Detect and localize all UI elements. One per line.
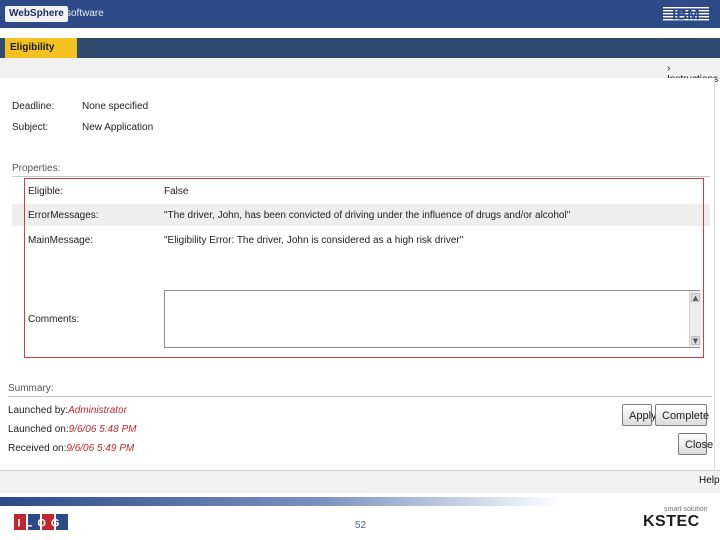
launched-on-label: Launched on: <box>8 424 69 435</box>
properties-heading: Properties: <box>12 163 61 174</box>
kstec-logo: KSTEC <box>643 513 700 530</box>
help-link[interactable]: Help <box>699 475 720 486</box>
launched-by-value: Administrator <box>68 405 127 416</box>
subject-value: New Application <box>82 122 154 133</box>
close-button[interactable]: Close <box>678 433 713 455</box>
launched-by-row: Launched by:Administrator <box>8 405 127 416</box>
launched-by-label: Launched by: <box>8 405 69 416</box>
apply-button[interactable]: Apply <box>622 404 657 426</box>
task-toolbar <box>0 58 720 79</box>
received-on-label: Received on: <box>8 443 67 454</box>
kstec-tagline: smart solution <box>664 506 708 513</box>
received-on-value: 9/6/06 5:49 PM <box>66 443 135 454</box>
properties-highlight-box <box>24 178 704 358</box>
received-on-row: Received on:9/6/06 5:49 PM <box>8 443 134 454</box>
chevron-right-icon: › <box>667 63 671 74</box>
task-header-band <box>0 38 720 58</box>
ilog-logo: ILOG <box>14 514 68 530</box>
software-label: software <box>66 8 104 19</box>
summary-heading: Summary: <box>8 383 54 394</box>
task-footer-bar <box>0 470 720 493</box>
deadline-value: None specified <box>82 101 149 112</box>
ibm-logo: IBM <box>663 7 709 24</box>
complete-button[interactable]: Complete <box>655 404 709 426</box>
summary-divider <box>8 396 712 397</box>
slide-footer-gradient <box>0 497 720 506</box>
top-brand-bar <box>0 0 720 28</box>
page-number: 52 <box>355 520 367 531</box>
launched-on-row: Launched on:9/6/06 5:48 PM <box>8 424 136 435</box>
properties-divider <box>12 176 710 177</box>
deadline-label: Deadline: <box>12 101 55 112</box>
task-title-tab[interactable]: Eligibility Failed <box>5 38 77 73</box>
launched-on-value: 9/6/06 5:48 PM <box>68 424 137 435</box>
ilog-logo-text: ILOG <box>18 518 65 530</box>
ibm-logo-text: IBM <box>672 7 700 24</box>
subject-label: Subject: <box>12 122 49 133</box>
websphere-logo: WebSphere <box>5 6 68 22</box>
